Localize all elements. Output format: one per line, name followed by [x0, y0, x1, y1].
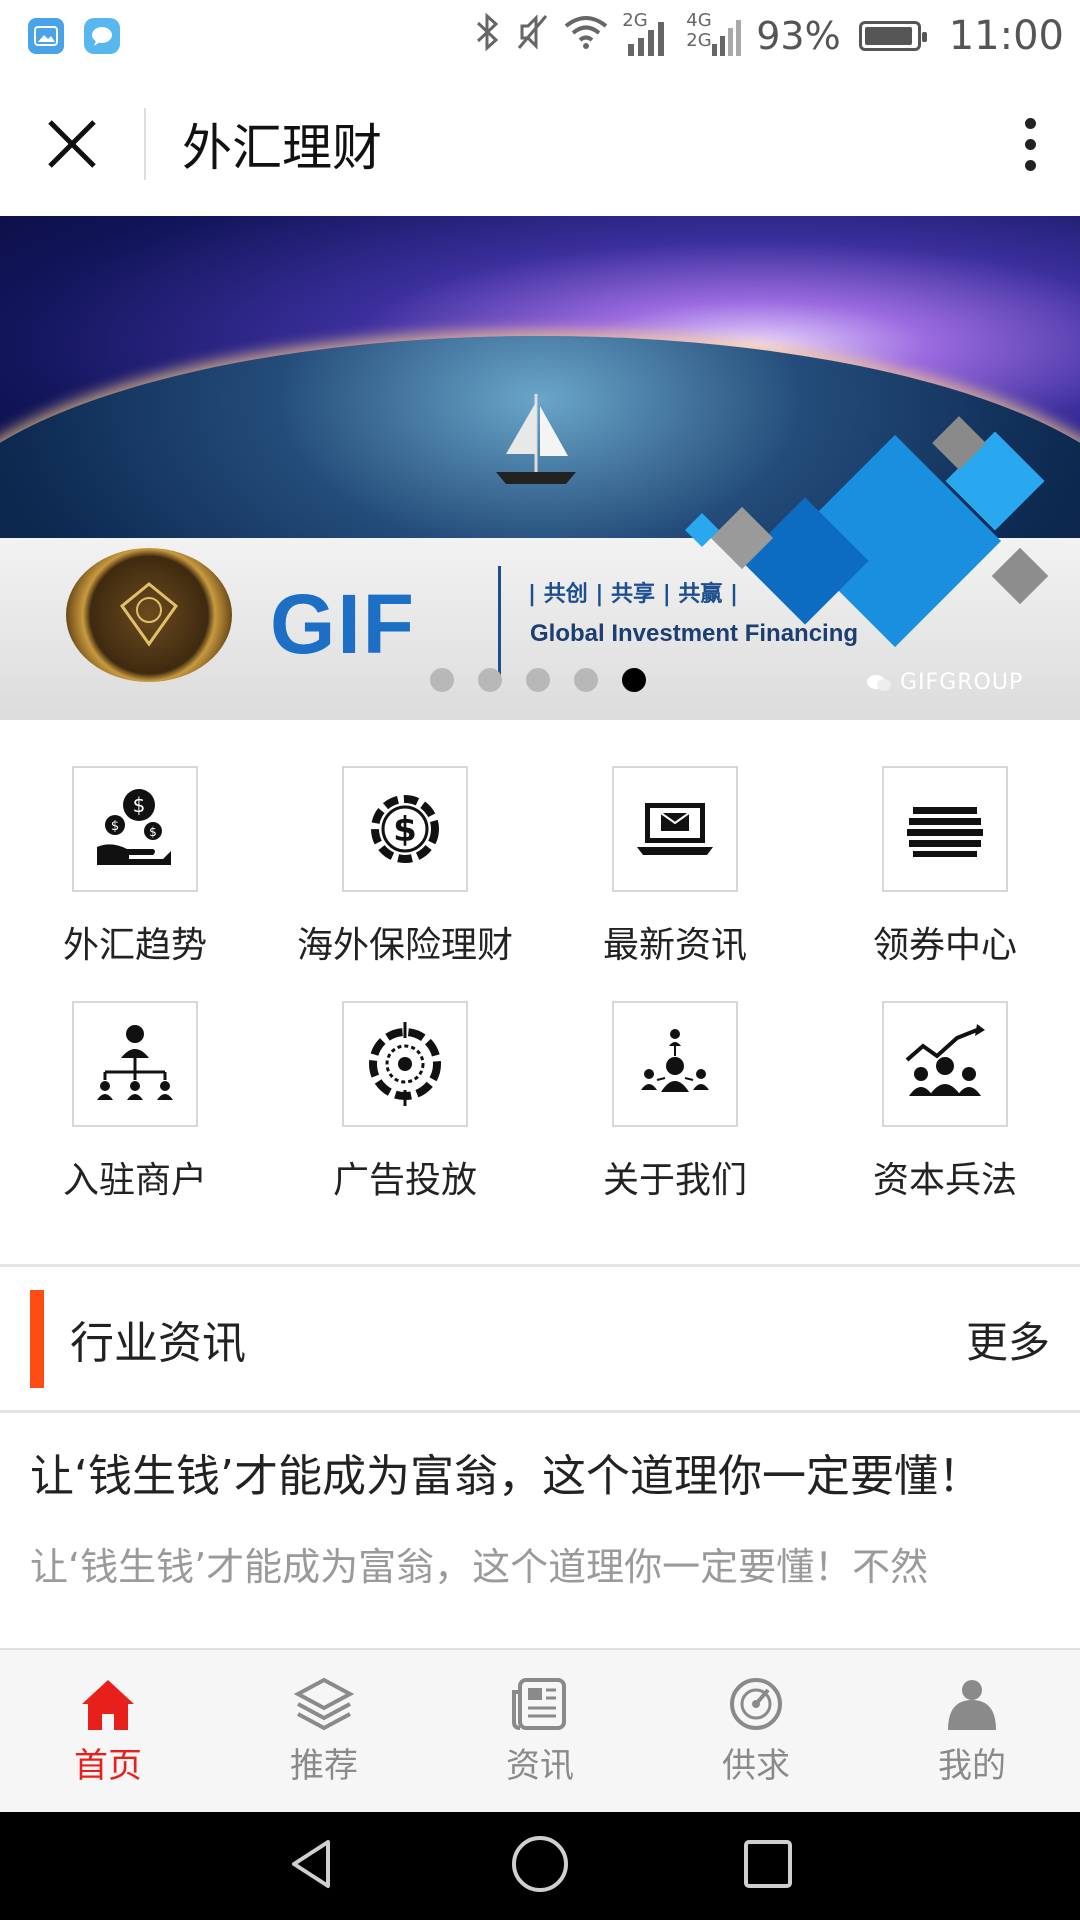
tab-label: 供求 — [722, 1745, 790, 1786]
tab-label: 资讯 — [506, 1745, 574, 1786]
tab-label: 首页 — [74, 1745, 142, 1786]
carousel-dot[interactable] — [622, 668, 646, 692]
layers-icon — [294, 1677, 354, 1730]
close-button[interactable] — [0, 72, 144, 216]
menu-item-forex-trend[interactable]: $ $ $ 外汇趋势 — [0, 740, 270, 975]
banner-brand: GIF — [270, 577, 416, 671]
wechat-icon — [866, 673, 892, 693]
menu-item-label: 入驻商户 — [62, 1160, 207, 1201]
menu-item-ad-placement[interactable]: 广告投放 — [270, 975, 540, 1210]
menu-item-capital-strategy[interactable]: 资本兵法 — [810, 975, 1080, 1210]
recents-button[interactable] — [740, 1836, 796, 1896]
carousel-indicator[interactable] — [430, 668, 646, 692]
tab-news[interactable]: 资讯 — [432, 1650, 648, 1812]
carousel-dot[interactable] — [526, 668, 550, 692]
tab-label: 推荐 — [290, 1745, 358, 1786]
battery-percent: 93% — [756, 14, 841, 58]
recents-square-icon — [744, 1840, 792, 1888]
news-list-item[interactable]: 让‘钱生钱’才能成为富翁，这个道理你一定要懂！ 让‘钱生钱’才能成为富翁，这个道… — [30, 1440, 1050, 1591]
tab-profile[interactable]: 我的 — [864, 1650, 1080, 1812]
chat-notification-icon — [84, 18, 120, 54]
industry-news-header: 行业资讯 更多 — [0, 1268, 1080, 1410]
gauge-icon — [730, 1677, 782, 1730]
dollar-gear-icon: $ — [342, 766, 468, 892]
org-chart-icon — [72, 1001, 198, 1127]
growth-team-icon — [882, 1001, 1008, 1127]
menu-item-merchant-join[interactable]: 入驻商户 — [0, 975, 270, 1210]
menu-item-label: 资本兵法 — [872, 1160, 1017, 1201]
more-link[interactable]: 更多 — [966, 1309, 1050, 1370]
close-icon — [48, 120, 96, 168]
news-summary: 让‘钱生钱’才能成为富翁，这个道理你一定要懂！不然 — [30, 1545, 929, 1589]
news-icon — [512, 1677, 566, 1730]
status-bar: 2G 4G 2G 93% 11:00 — [0, 0, 1080, 72]
banner-watermark: GIFGROUP — [866, 670, 1023, 695]
system-nav-bar — [0, 1812, 1080, 1920]
news-title: 让‘钱生钱’才能成为富翁，这个道理你一定要懂！ — [30, 1451, 982, 1502]
menu-item-label: 关于我们 — [602, 1160, 747, 1201]
bluetooth-icon — [474, 12, 502, 61]
person-icon — [948, 1679, 996, 1730]
more-dot — [1024, 117, 1036, 129]
more-dot — [1024, 159, 1036, 171]
section-top-divider — [0, 1264, 1080, 1267]
laptop-mail-icon — [612, 766, 738, 892]
section-bottom-divider — [0, 1410, 1080, 1413]
money-hand-icon: $ $ $ — [72, 766, 198, 892]
app-screen: 2G 4G 2G 93% 11:00 外汇理财 GIF | 共创 | 共享 | … — [0, 0, 1080, 1920]
menu-item-latest-news[interactable]: 最新资讯 — [540, 740, 810, 975]
back-button[interactable] — [284, 1836, 340, 1896]
home-circle-icon — [512, 1836, 568, 1892]
team-icon — [612, 1001, 738, 1127]
gif-logo-medal — [66, 548, 232, 682]
battery-fill — [864, 27, 912, 45]
signal-2g-icon: 2G — [622, 10, 672, 58]
wifi-icon — [564, 14, 608, 59]
target-gear-icon — [342, 1001, 468, 1127]
tab-supply-demand[interactable]: 供求 — [648, 1650, 864, 1812]
stack-icon — [882, 766, 1008, 892]
home-system-button[interactable] — [510, 1834, 570, 1898]
menu-item-label: 外汇趋势 — [62, 925, 207, 966]
menu-item-about-us[interactable]: 关于我们 — [540, 975, 810, 1210]
more-options-button[interactable] — [980, 72, 1080, 216]
menu-item-label: 海外保险理财 — [296, 925, 513, 966]
bottom-tab-bar: 首页 推荐 资讯 供求 我的 — [0, 1648, 1080, 1812]
banner-subtitle: Global Investment Financing — [530, 620, 859, 647]
clock: 11:00 — [948, 13, 1064, 59]
svg-text:$: $ — [393, 810, 417, 850]
section-title: 行业资讯 — [70, 1318, 246, 1369]
menu-item-overseas-insurance[interactable]: $ 海外保险理财 — [270, 740, 540, 975]
banner-divider — [498, 566, 501, 676]
section-accent-bar — [30, 1290, 44, 1388]
svg-text:$: $ — [149, 825, 157, 839]
back-triangle-icon — [292, 1840, 330, 1888]
carousel-dot[interactable] — [478, 668, 502, 692]
svg-text:$: $ — [133, 793, 146, 817]
title-divider — [144, 108, 146, 180]
menu-item-coupon-center[interactable]: 领券中心 — [810, 740, 1080, 975]
feature-grid: $ $ $ 外汇趋势 $ 海外保险理财 最新资讯 领券中心 入驻商户 广告投放 … — [0, 740, 1080, 1230]
more-dot — [1024, 138, 1036, 150]
carousel-dot[interactable] — [430, 668, 454, 692]
menu-item-label: 领券中心 — [872, 925, 1017, 966]
banner-carousel[interactable]: GIF | 共创 | 共享 | 共赢 | Global Investment F… — [0, 216, 1080, 720]
carousel-dot[interactable] — [574, 668, 598, 692]
svg-text:$: $ — [111, 819, 119, 834]
title-bar: 外汇理财 — [0, 72, 1080, 216]
tab-home[interactable]: 首页 — [0, 1650, 216, 1812]
signal-4g-icon: 4G 2G — [686, 10, 742, 58]
battery-icon — [858, 21, 927, 51]
page-title: 外汇理财 — [182, 119, 382, 177]
home-icon — [82, 1679, 134, 1730]
sailship-image — [496, 394, 576, 484]
tab-label: 我的 — [938, 1745, 1006, 1786]
tab-recommend[interactable]: 推荐 — [216, 1650, 432, 1812]
menu-item-label: 广告投放 — [332, 1160, 477, 1201]
mute-icon — [516, 12, 550, 61]
menu-item-label: 最新资讯 — [602, 925, 747, 966]
gallery-notification-icon — [28, 18, 64, 54]
watermark-text: GIFGROUP — [900, 670, 1024, 695]
banner-slogan: | 共创 | 共享 | 共赢 | — [528, 582, 739, 607]
